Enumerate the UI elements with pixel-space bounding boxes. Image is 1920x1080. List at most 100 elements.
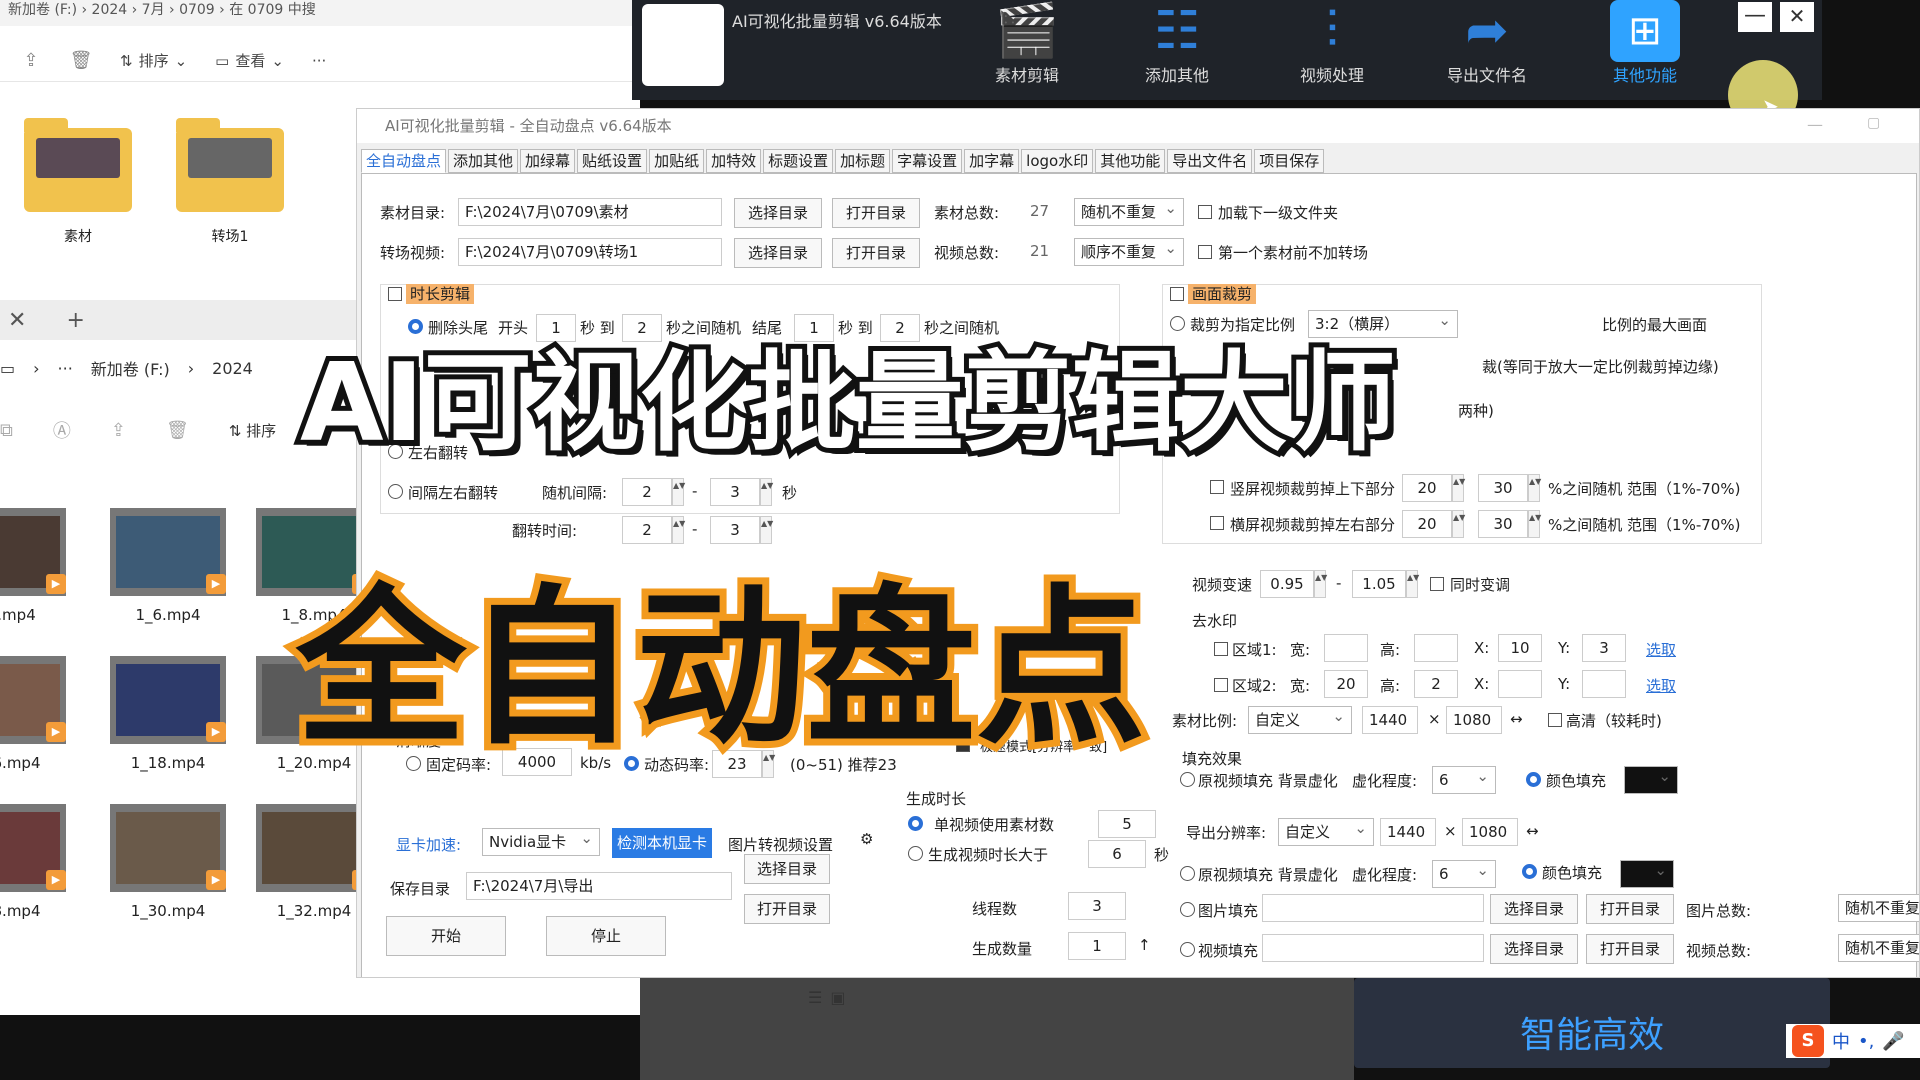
zone2-y-input[interactable] [1582,670,1626,698]
spin-arrow-icon[interactable]: ▲▼ [672,478,685,506]
spin-arrow-icon[interactable]: ▲▼ [1528,510,1541,538]
arrow-up-icon[interactable]: ↑ [1138,936,1151,954]
fill-blur-select[interactable]: 6 [1432,766,1496,794]
list-item[interactable]: ▶_16.mp4 [0,656,66,772]
list-view-icon[interactable]: ☰ [808,988,822,1007]
fill-original-radio[interactable] [1180,772,1195,787]
horizontal-crop-checkbox[interactable] [1210,516,1224,530]
zone1-height-input[interactable] [1414,634,1458,662]
hq-checkbox[interactable] [1548,713,1562,727]
breadcrumb-drive[interactable]: 新加卷 (F:) [91,356,170,380]
gear-icon[interactable]: ⚙ [860,830,873,848]
zone2-width-input[interactable]: 20 [1324,670,1368,698]
nav-add-other[interactable]: ☷ 添加其他 [1122,0,1232,100]
folder-item[interactable]: 素材 [24,118,132,246]
zone2-checkbox[interactable] [1214,678,1228,692]
flip-interval-max-input[interactable]: 3 [710,478,760,506]
tab-add-effect[interactable]: 加特效 [706,149,762,173]
share-icon[interactable]: ⇪ [111,420,126,441]
zone1-pick-link[interactable]: 选取 [1646,639,1676,660]
vertical-crop-min-input[interactable]: 20 [1402,474,1452,502]
load-subfolder-checkbox[interactable] [1198,205,1212,219]
material-dir-input[interactable]: F:\2024\7月\0709\素材 [458,198,722,226]
speed-max-input[interactable]: 1.05 [1352,570,1406,598]
sort-button[interactable]: ⇅ 排序 ⌄ [120,50,187,71]
material-mode-select[interactable]: 随机不重复 [1074,198,1184,226]
tab-project-save[interactable]: 项目保存 [1254,149,1325,173]
ime-punct[interactable]: •, [1858,1031,1874,1052]
video-fill-input[interactable] [1262,934,1484,962]
spin-arrow-icon[interactable]: ▲▼ [1314,570,1327,598]
export-resolution-select[interactable]: 自定义 [1278,818,1374,846]
duration-edit-checkbox[interactable] [388,287,402,301]
horizontal-crop-max-input[interactable]: 30 [1478,510,1528,538]
fill-color-picker[interactable] [1624,766,1678,794]
breadcrumb-year[interactable]: 2024 [212,359,253,378]
spin-arrow-icon[interactable]: ▲▼ [1528,474,1541,502]
image-fill-choose-button[interactable]: 选择目录 [1490,894,1578,924]
tab-title-settings[interactable]: 标题设置 [763,149,834,173]
tab-sticker-settings[interactable]: 贴纸设置 [577,149,648,173]
ime-lang[interactable]: 中 [1832,1028,1850,1054]
start-button[interactable]: 开始 [386,916,506,956]
swap-arrow-icon[interactable]: ↔ [1526,822,1539,840]
image-fill-input[interactable] [1262,894,1484,922]
zone2-height-input[interactable]: 2 [1414,670,1458,698]
crop-checkbox[interactable] [1170,287,1184,301]
spin-arrow-icon[interactable]: ▲▼ [1406,570,1419,598]
folder-item[interactable]: 转场1 [176,118,284,246]
video-fill-choose-button[interactable]: 选择目录 [1490,934,1578,964]
list-item[interactable]: ▶ 1_18.mp4 [110,656,226,772]
sync-pitch-checkbox[interactable] [1430,577,1444,591]
view-button[interactable]: ▭ 查看 ⌄ [215,50,284,71]
video-fill-radio[interactable] [1180,942,1195,957]
list-item[interactable]: ▶_28.mp4 [0,804,66,920]
nav-export-filename[interactable]: ➦ 导出文件名 [1432,0,1542,100]
tab-logo-watermark[interactable]: logo水印 [1021,149,1094,173]
interval-flip-radio[interactable] [388,484,403,499]
vertical-crop-max-input[interactable]: 30 [1478,474,1528,502]
explorer-path-top[interactable]: 新加卷 (F:) › 2024 › 7月 › 0709 › 在 0709 中搜 [0,0,640,26]
image-choose-dir-button[interactable]: 选择目录 [744,854,830,884]
export-color-radio[interactable] [1522,864,1537,879]
generate-count-input[interactable]: 1 [1068,932,1126,960]
share-icon[interactable]: ⇪ [20,50,42,72]
export-blur-select[interactable]: 6 [1432,860,1496,888]
dialog-maximize-icon[interactable]: ▢ [1867,115,1880,131]
no-transition-first-checkbox[interactable] [1198,245,1212,259]
list-item[interactable]: ▶_4.mp4 [0,508,66,624]
tab-export-filename[interactable]: 导出文件名 [1167,149,1253,173]
zone2-x-input[interactable] [1498,670,1542,698]
open-transition-dir-button[interactable]: 打开目录 [832,238,920,268]
transition-mode-select[interactable]: 顺序不重复 [1074,238,1184,266]
flip-interval-min-input[interactable]: 2 [622,478,672,506]
zone1-x-input[interactable]: 10 [1498,634,1542,662]
tab-auto-inventory[interactable]: 全自动盘点 [361,149,447,173]
export-height-input[interactable]: 1080 [1462,818,1518,846]
export-color-picker[interactable] [1620,860,1674,888]
delete-icon[interactable]: 🗑 [70,50,93,72]
image-fill-radio[interactable] [1180,902,1195,917]
tab-other-functions[interactable]: 其他功能 [1095,149,1166,173]
tab-add-other[interactable]: 添加其他 [448,149,519,173]
export-fill-original-radio[interactable] [1180,866,1195,881]
list-item[interactable]: ▶ 1_30.mp4 [110,804,226,920]
longer-video-radio[interactable] [908,846,923,861]
video-fill-open-button[interactable]: 打开目录 [1586,934,1674,964]
image-open-dir-button[interactable]: 打开目录 [744,894,830,924]
close-button[interactable]: ✕ [1780,2,1814,32]
rename-icon[interactable]: Ⓐ [53,417,71,443]
minimize-button[interactable]: — [1738,2,1772,32]
vertical-crop-checkbox[interactable] [1210,480,1224,494]
detect-gpu-button[interactable]: 检测本机显卡 [612,828,712,858]
more-button[interactable]: ··· [312,52,326,70]
sort-button[interactable]: ⇅ 排序 [229,420,276,441]
list-item[interactable]: ▶1_32.mp4 [256,804,372,920]
speed-min-input[interactable]: 0.95 [1260,570,1314,598]
material-width-input[interactable]: 1440 [1362,706,1418,734]
ime-toolbar[interactable]: S 中 •, 🎤 [1786,1024,1920,1058]
single-video-count-input[interactable]: 5 [1098,810,1156,838]
nav-other-functions[interactable]: ⊞ 其他功能 [1590,0,1700,100]
zone1-checkbox[interactable] [1214,642,1228,656]
tab-add-sticker[interactable]: 加贴纸 [649,149,705,173]
